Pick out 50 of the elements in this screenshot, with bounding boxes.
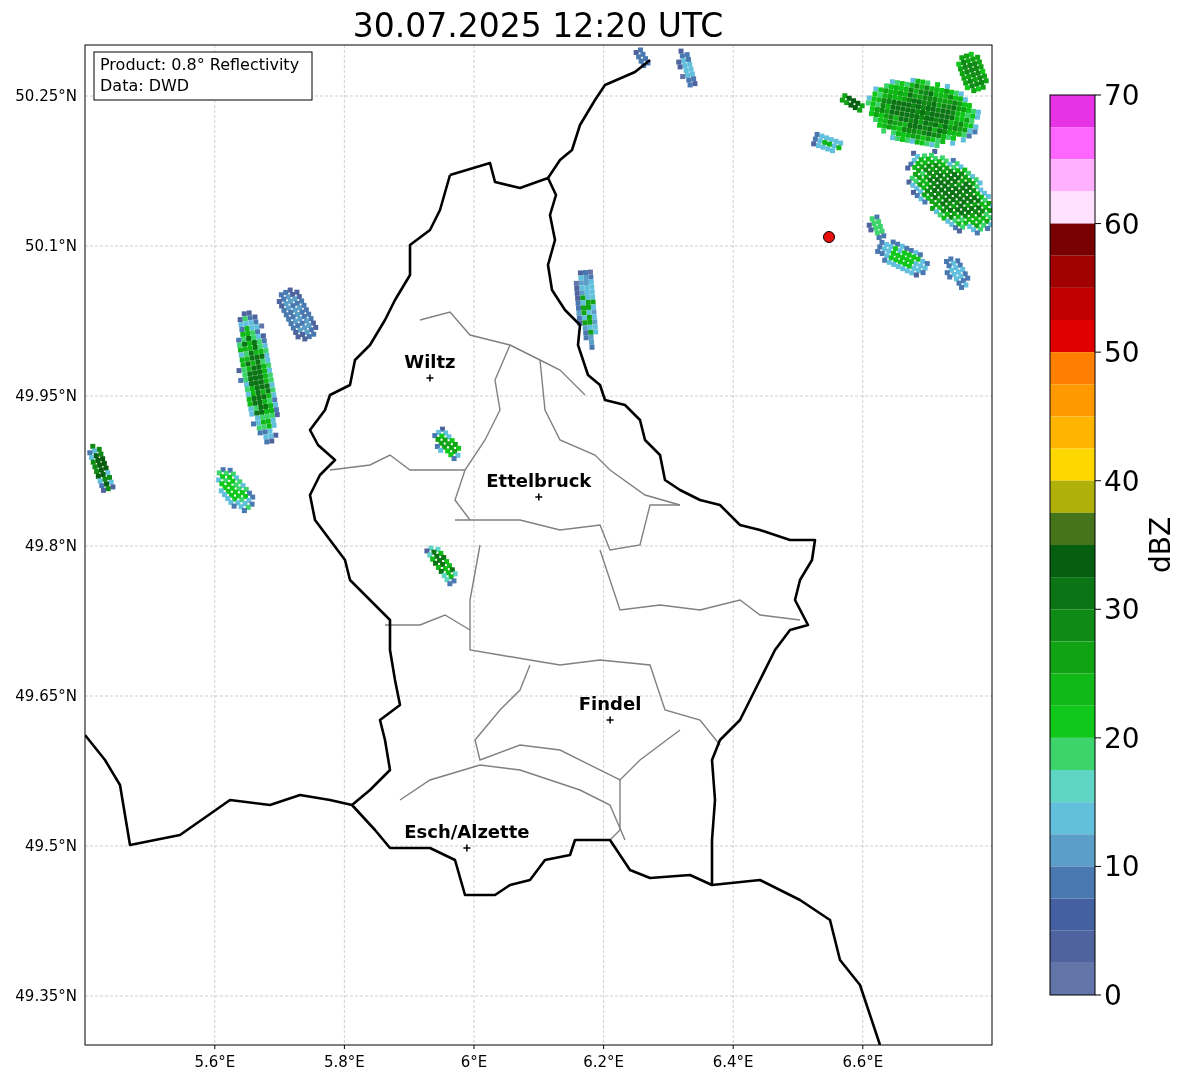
city-label: Esch/Alzette: [404, 821, 530, 842]
radar-echo-drawing: [633, 47, 651, 68]
city-label: Ettelbruck: [486, 470, 592, 491]
city-marker-icon: [425, 373, 435, 383]
colorbar-tick-label: 50: [1104, 336, 1140, 370]
axis-tick-label: 6.2°E: [583, 1053, 624, 1071]
radar-echo-drawing: [216, 467, 256, 514]
colorbar-tick-mark: [1094, 94, 1102, 96]
city-marker-icon: [605, 715, 615, 725]
colorbar-label: dBZ: [1144, 516, 1177, 574]
info-text: Data: DWD: [100, 76, 190, 95]
colorbar-tick-mark: [1094, 480, 1102, 482]
radar-echo-drawing: [87, 443, 116, 493]
radar-site-marker-icon: [823, 231, 835, 243]
colorbar-tick-mark: [1094, 351, 1102, 353]
colorbar-tick-mark: [1094, 737, 1102, 739]
colorbar-tick-mark: [1094, 994, 1102, 996]
colorbar-tick-mark: [1094, 223, 1102, 225]
radar-echo-drawing: [811, 131, 844, 154]
info-text: Product: 0.8° Reflectivity: [100, 55, 300, 74]
radar-echo-drawing: [424, 545, 458, 587]
axis-tick-label: 49.95°N: [15, 387, 77, 405]
colorbar-tick-mark: [1094, 865, 1102, 867]
axis-tick-label: 6.4°E: [712, 1053, 754, 1071]
colorbar-tick-label: 60: [1104, 207, 1140, 241]
axis-tick-label: 50.1°N: [24, 237, 77, 255]
axis-tick-label: 49.35°N: [15, 987, 77, 1005]
axis-tick-label: 6.6°E: [842, 1053, 884, 1071]
axis-tick-label: 5.6°E: [194, 1053, 236, 1071]
city-marker-icon: [462, 843, 472, 853]
radar-echo-drawing: [676, 48, 698, 88]
city-marker-icon: [534, 492, 544, 502]
axis-tick-label: 49.8°N: [24, 537, 77, 555]
axis-tick-label: 6°E: [460, 1053, 488, 1071]
city-label: Wiltz: [404, 351, 456, 372]
colorbar-tick-label: 40: [1104, 464, 1140, 498]
colorbar-tick-label: 10: [1104, 850, 1140, 884]
colorbar-tick-mark: [1094, 608, 1102, 610]
axis-tick-label: 50.25°N: [15, 87, 77, 105]
colorbar-tick-label: 30: [1104, 593, 1140, 627]
colorbar-tick-label: 20: [1104, 721, 1140, 755]
axis-tick-label: 5.8°E: [324, 1053, 365, 1071]
colorbar-tick-label: 70: [1104, 79, 1140, 112]
radar-echo-drawing: [432, 426, 461, 462]
colorbar-tick-label: 0: [1104, 979, 1122, 1012]
radar-echo-drawing: [944, 256, 971, 290]
city-label: Findel: [578, 693, 642, 714]
axis-tick-label: 49.65°N: [15, 687, 77, 705]
figure-title: 30.07.2025 12:20 UTC: [352, 6, 724, 45]
axis-tick-label: 49.5°N: [24, 837, 77, 855]
